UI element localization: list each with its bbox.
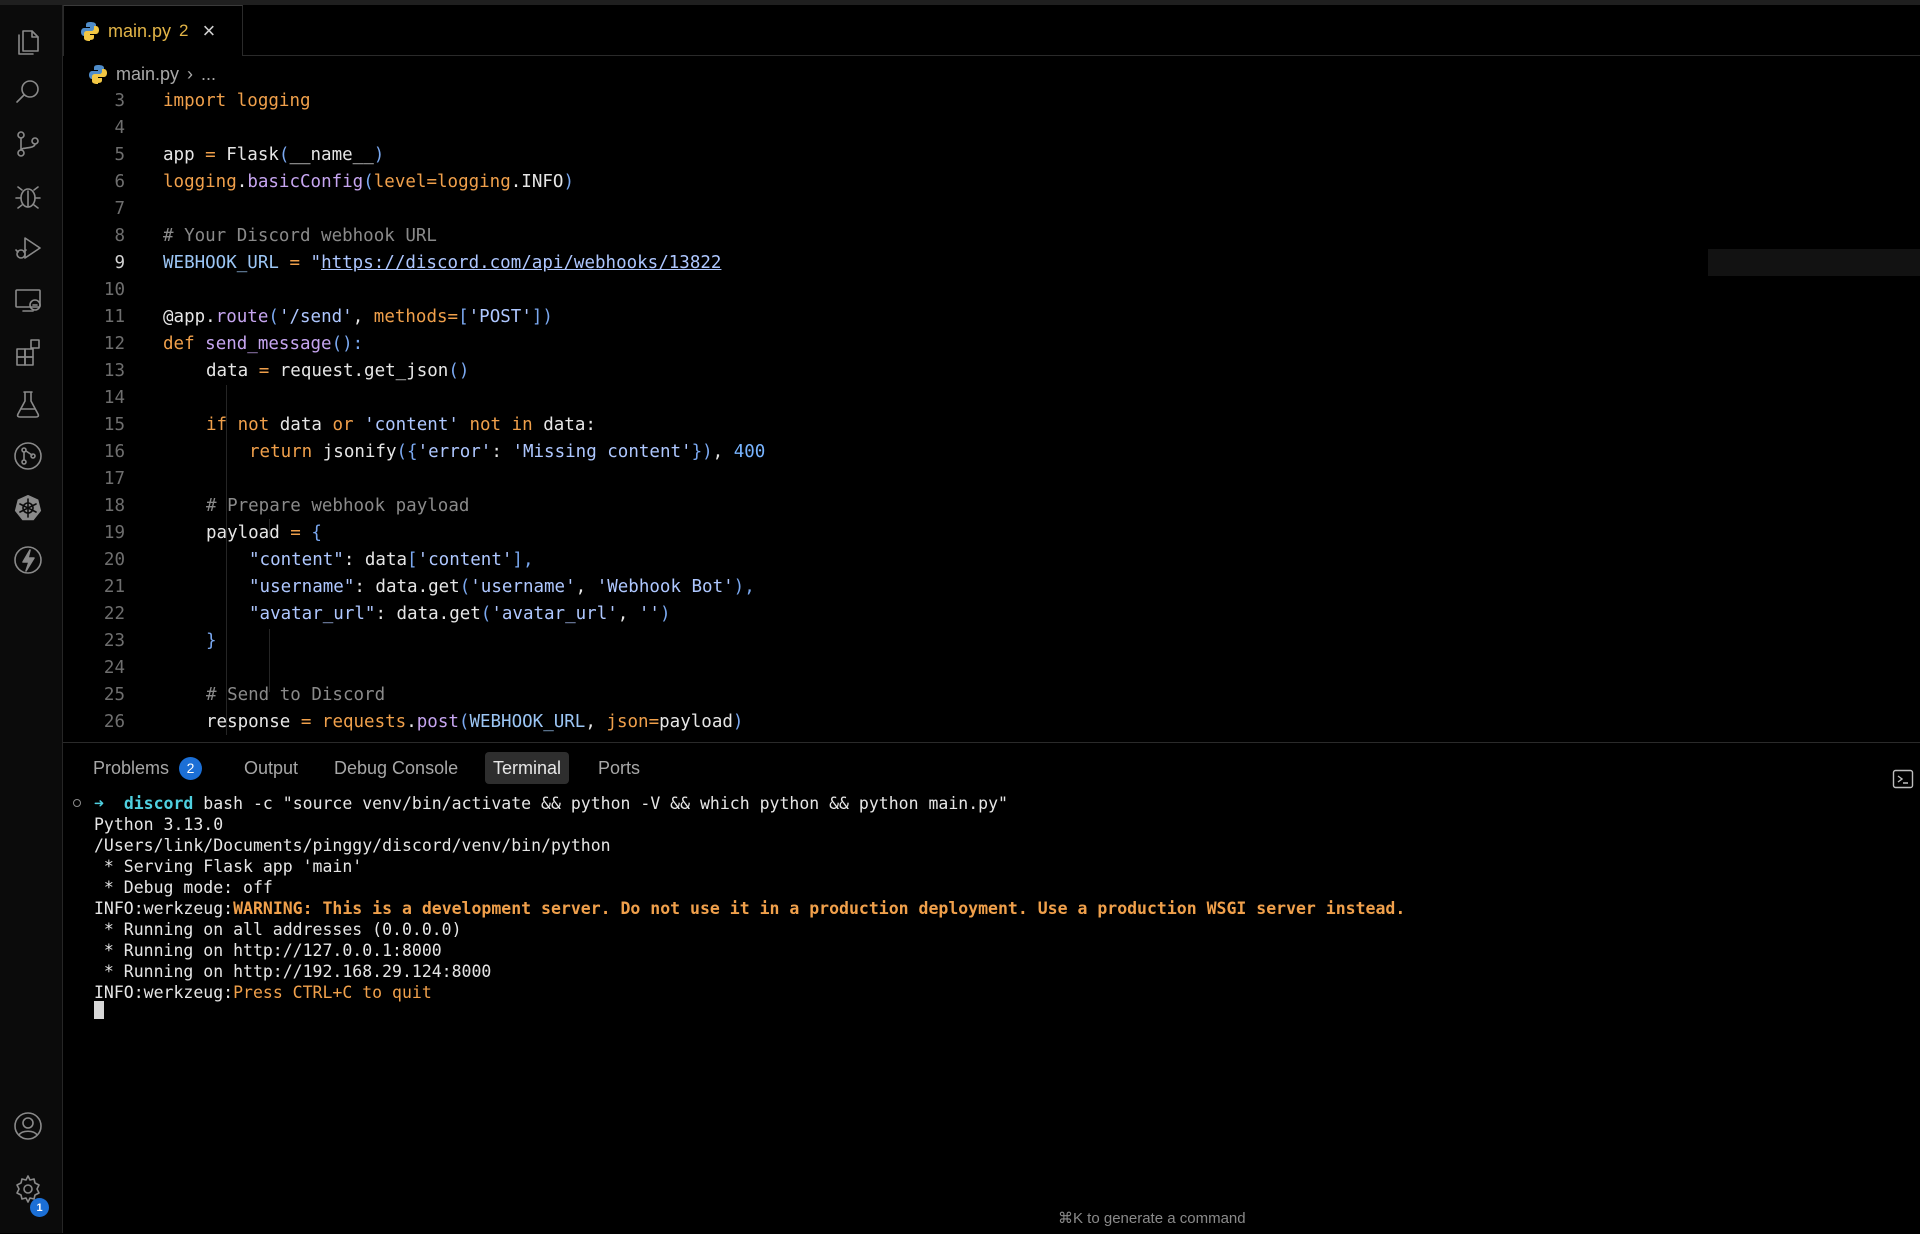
code-line: 17 [103, 469, 125, 489]
code-line: 22 "avatar_url": data.get('avatar_url', '… [103, 604, 671, 624]
code-line: 10 [103, 280, 125, 300]
code-line: 24 [103, 658, 125, 678]
command-hint: ⌘K to generate a command [1058, 1210, 1246, 1227]
code-line: 7 [114, 199, 125, 219]
code-line: 14 [103, 388, 125, 408]
lightning-icon[interactable] [9, 541, 47, 579]
webhook-url-link: https://discord.com/api/webhooks/13822 [321, 253, 722, 273]
search-icon[interactable] [9, 73, 47, 111]
code-line: 15 if not data or 'content' not in data: [103, 415, 596, 435]
code-line: 23} [103, 631, 217, 651]
code-line: 3 import logging [114, 91, 311, 111]
tab-problem-count: 2 [179, 21, 189, 40]
terminal-line: /Users/link/Documents/pinggy/discord/ven… [94, 836, 611, 855]
tab-output[interactable]: Output [236, 752, 306, 784]
terminal-line: * Serving Flask app 'main' [94, 857, 363, 876]
breadcrumb-file[interactable]: main.py [116, 64, 179, 85]
run-debug-icon[interactable] [9, 229, 47, 267]
code-line: 12 def send_message(): [103, 334, 364, 354]
code-line: 20 "content": data['content'], [103, 550, 534, 570]
terminal-line: ➜ discord bash -c "source venv/bin/activ… [94, 794, 1008, 813]
git-graph-icon[interactable] [9, 437, 47, 475]
settings-badge: 1 [30, 1198, 49, 1217]
code-line: 13 data = request.get_json() [103, 361, 470, 381]
code-line: 21 "username": data.get('username', 'Webh… [103, 577, 755, 597]
code-line-active: 9 WEBHOOK_URL = "https://discord.com/api/… [114, 253, 722, 273]
tab-problems[interactable]: Problems 2 [85, 752, 210, 784]
python-file-icon [81, 22, 99, 41]
debug-icon[interactable] [9, 177, 47, 215]
python-file-icon [89, 65, 107, 84]
chevron-right-icon: › [187, 63, 194, 84]
code-line: 8 # Your Discord webhook URL [114, 226, 437, 246]
remote-explorer-icon[interactable] [9, 281, 47, 319]
terminal-line: * Running on all addresses (0.0.0.0) [94, 920, 462, 939]
source-control-icon[interactable] [9, 125, 47, 163]
terminal-line: INFO:werkzeug:WARNING: This is a develop… [94, 899, 1406, 918]
breadcrumb: main.py › ... [88, 60, 216, 88]
kubernetes-icon[interactable] [9, 489, 47, 527]
close-icon[interactable]: × [203, 20, 216, 42]
terminal-cursor [94, 1001, 104, 1019]
tab-ports[interactable]: Ports [590, 752, 648, 784]
extensions-icon[interactable] [9, 333, 47, 371]
tab-debug-console[interactable]: Debug Console [326, 752, 466, 784]
code-line: 6 logging.basicConfig(level=logging.INFO) [114, 172, 574, 192]
new-terminal-icon[interactable] [1892, 768, 1914, 790]
code-line: 5 app = Flask(__name__) [114, 145, 385, 165]
code-line: 4 [114, 118, 125, 138]
terminal-line: Python 3.13.0 [94, 815, 224, 834]
prompt-status-icon [73, 799, 81, 807]
terminal-line: INFO:werkzeug:Press CTRL+C to quit [94, 983, 432, 1002]
testing-icon[interactable] [9, 385, 47, 423]
code-line: 26 response = requests.post(WEBHOOK_URL, … [103, 712, 744, 732]
panel-tabs: Problems 2 Output Debug Console Terminal… [63, 752, 1920, 790]
explorer-icon[interactable] [9, 22, 47, 60]
terminal-line: * Debug mode: off [94, 878, 273, 897]
code-line: 18 # Prepare webhook payload [103, 496, 470, 516]
terminal-line: * Running on http://127.0.0.1:8000 [94, 941, 442, 960]
code-line: 19 payload = { [103, 523, 322, 543]
tab-main-py[interactable]: main.py 2 × [63, 5, 243, 56]
code-line: 11 @app.route('/send', methods=['POST']) [103, 307, 553, 327]
code-editor[interactable]: 3 import logging 4 5 app = Flask(__name__)… [63, 88, 1920, 740]
bottom-panel: Problems 2 Output Debug Console Terminal… [63, 742, 1920, 1234]
account-icon[interactable] [9, 1107, 47, 1145]
tab-terminal[interactable]: Terminal [485, 752, 570, 784]
editor-tab-bar: main.py 2 × [63, 5, 1920, 56]
code-line: 16 return jsonify({'error': 'Missing cont… [103, 442, 766, 462]
tab-filename: main.py [108, 20, 172, 41]
terminal-line: * Running on http://192.168.29.124:8000 [94, 962, 492, 981]
activity-bar: 1 [0, 5, 63, 1233]
problems-count-badge: 2 [179, 756, 203, 780]
breadcrumb-symbols[interactable]: ... [201, 64, 216, 85]
code-line: 25 # Send to Discord [103, 685, 386, 705]
